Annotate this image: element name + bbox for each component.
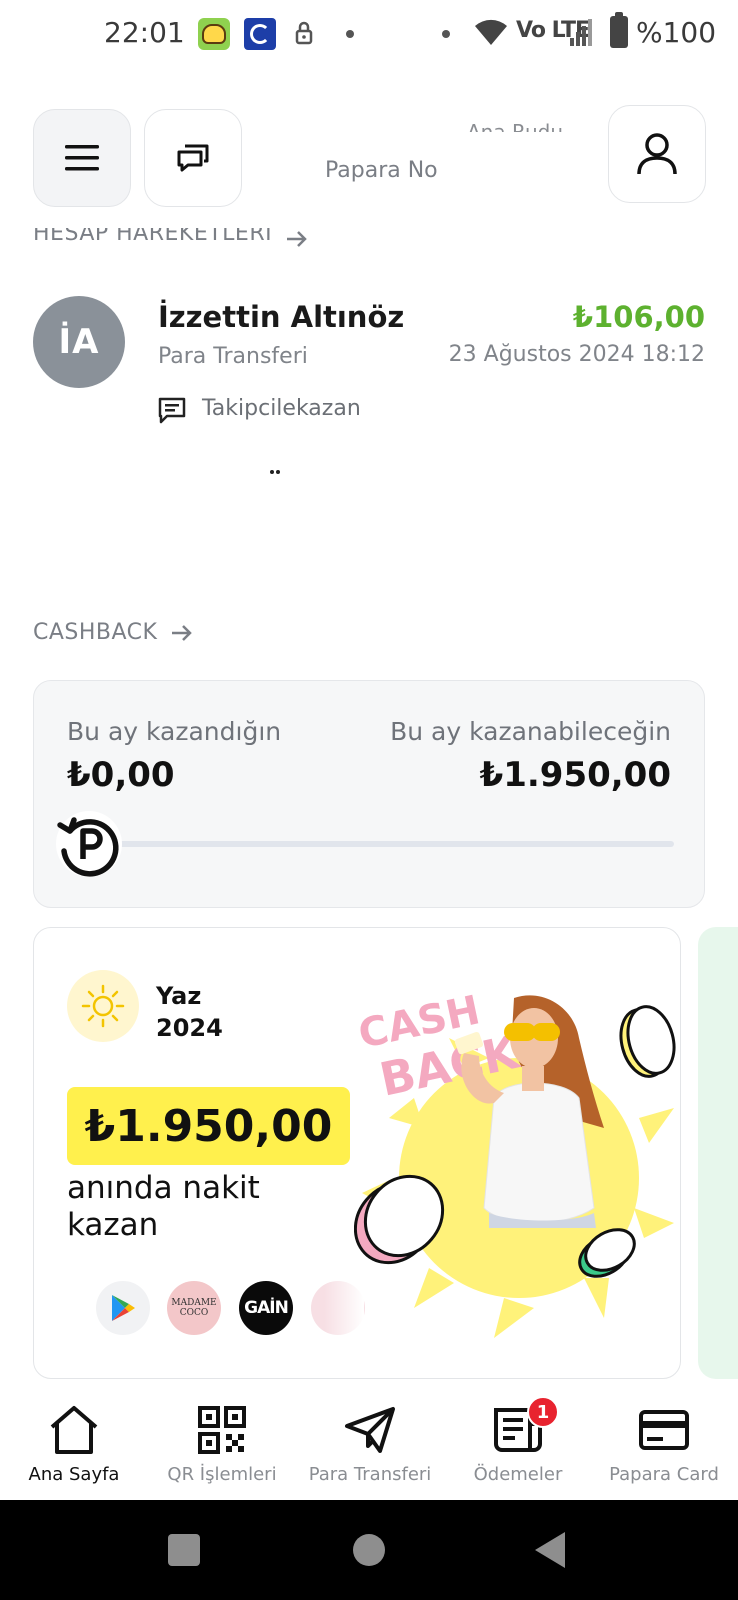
cashback-link[interactable]: CASHBACK <box>33 620 193 645</box>
signal-icon <box>570 18 594 50</box>
papara-cashback-icon <box>56 811 122 877</box>
potential-label: Bu ay kazanabileceğin <box>390 717 671 746</box>
wifi-icon <box>474 18 508 50</box>
transaction-name: İzzettin Altınöz <box>158 300 405 334</box>
hamburger-menu-icon <box>65 145 99 171</box>
transaction-date: 23 Ağustos 2024 18:12 <box>448 342 705 367</box>
transaction-note: Takipcilekazan <box>202 396 361 421</box>
note-icon <box>158 396 186 428</box>
cashback-progress-bar <box>114 841 674 847</box>
transaction-amount: ₺106,00 <box>572 300 705 334</box>
nav-label: Ödemeler <box>473 1464 563 1485</box>
arrow-right-icon <box>172 624 193 641</box>
recents-button[interactable] <box>168 1534 200 1566</box>
next-campaign-card[interactable] <box>698 927 738 1379</box>
marquee-ghost-text: Ana Rudu <box>467 122 597 132</box>
cashback-campaign-card[interactable]: Yaz 2024 ₺1.950,00 anında nakit kazan MA… <box>33 927 681 1379</box>
nav-home[interactable]: Ana Sayfa <box>0 1390 148 1500</box>
bill-icon: 1 <box>493 1396 559 1458</box>
card-icon <box>639 1402 689 1458</box>
system-navigation-bar <box>0 1500 738 1600</box>
home-button[interactable] <box>353 1534 385 1566</box>
earned-value: ₺0,00 <box>67 755 175 795</box>
nav-payments[interactable]: 1 Ödemeler <box>444 1390 592 1500</box>
google-play-logo-icon <box>96 1281 150 1335</box>
transaction-type: Para Transferi <box>158 344 308 369</box>
nav-label: QR İşlemleri <box>167 1464 277 1485</box>
avatar: İA <box>33 296 125 388</box>
season-label: Yaz 2024 <box>156 980 223 1044</box>
season-year: 2024 <box>156 1014 223 1042</box>
pager-dots <box>270 470 274 474</box>
earned-label: Bu ay kazandığın <box>67 717 282 746</box>
cashback-promo-illustration: CASH BACK <box>354 987 676 1338</box>
section-title: CASHBACK <box>33 620 158 645</box>
nav-label: Para Transferi <box>308 1464 432 1485</box>
notification-dot-icon <box>346 30 354 38</box>
notification-badge: 1 <box>527 1396 559 1428</box>
profile-button[interactable] <box>608 105 706 203</box>
home-icon <box>48 1402 100 1458</box>
lock-icon <box>295 20 313 50</box>
status-bar: 22:01 Vo LTE %100 <box>0 0 738 70</box>
gain-logo: GAİN <box>239 1281 293 1335</box>
promo-description: anında nakit kazan <box>67 1170 260 1243</box>
potential-value: ₺1.950,00 <box>479 755 671 795</box>
papara-no-marquee: Papara No <box>325 158 438 183</box>
madame-coco-logo: MADAME COCO <box>167 1281 221 1335</box>
app-notification-icon <box>198 18 230 50</box>
nav-transfer[interactable]: Para Transferi <box>296 1390 444 1500</box>
account-movements-link[interactable]: HESAP HAREKETLERİ <box>33 228 308 248</box>
sun-icon <box>67 970 139 1042</box>
menu-button[interactable] <box>33 109 131 207</box>
cashback-summary-card[interactable]: Bu ay kazandığın ₺0,00 Bu ay kazanabilec… <box>33 680 705 908</box>
chat-bubbles-icon <box>177 144 209 172</box>
messages-button[interactable] <box>144 109 242 207</box>
status-time: 22:01 <box>104 16 185 49</box>
send-icon <box>344 1402 396 1458</box>
qr-code-icon <box>198 1402 246 1458</box>
section-title: HESAP HAREKETLERİ <box>33 228 273 246</box>
season-line: Yaz <box>156 982 202 1010</box>
nav-label: Ana Sayfa <box>28 1464 120 1485</box>
promo-amount: ₺1.950,00 <box>67 1087 350 1165</box>
notification-dot-icon <box>442 30 450 38</box>
back-button[interactable] <box>535 1532 565 1568</box>
nav-card[interactable]: Papara Card <box>590 1390 738 1500</box>
battery-percent: %100 <box>636 16 717 49</box>
nav-qr[interactable]: QR İşlemleri <box>148 1390 296 1500</box>
bottom-navigation: Ana Sayfa QR İşlemleri Para Transferi 1 … <box>0 1390 738 1500</box>
coin-icon <box>619 1005 676 1078</box>
arrow-right-icon <box>287 231 307 247</box>
nav-label: Papara Card <box>609 1464 719 1485</box>
app-notification-icon <box>244 18 276 50</box>
battery-icon <box>610 12 628 48</box>
user-icon <box>637 133 677 175</box>
